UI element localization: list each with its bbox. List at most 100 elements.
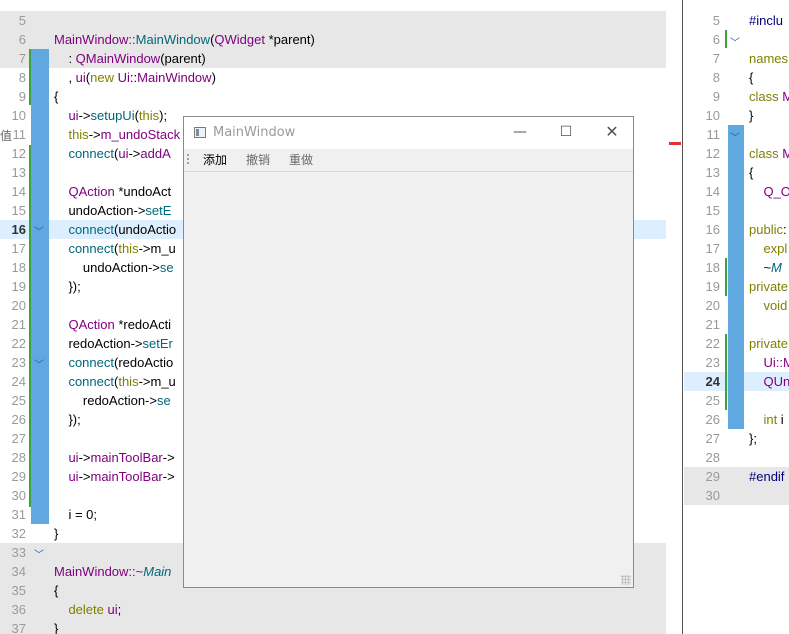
code-text: int i [749,410,783,429]
code-token: ui [75,70,86,85]
line-number: 21 [11,317,26,332]
resize-grip-icon[interactable] [621,575,631,585]
code-token: #inclu [749,13,783,28]
line-number: 6 [18,32,26,47]
code-text: ui->mainToolBar-> [54,448,174,467]
main-window[interactable]: MainWindow — ☐ ✕ 添加 撤销 重做 [183,116,634,588]
line-number: 25 [11,393,26,408]
code-line[interactable]: 36 delete ui; [0,600,666,619]
code-text: } [749,106,753,125]
line-number: 22 [11,336,26,351]
change-marker [725,30,727,48]
fold-chevron-icon[interactable]: ﹀ [34,546,44,561]
code-line[interactable]: 7 : QMainWindow(parent) [0,49,666,68]
code-line[interactable]: 9{ [0,87,666,106]
code-text: { [54,87,58,106]
fold-chevron-icon[interactable]: ﹀ [34,223,44,238]
fold-chevron-icon[interactable]: ﹀ [730,129,740,144]
code-line[interactable]: 37} [0,619,666,634]
code-token: delete [68,602,104,617]
code-text: } [54,619,58,634]
title-bar[interactable]: MainWindow — ☐ ✕ [184,117,633,149]
code-text: redoAction->se [54,391,171,410]
code-token: Ui [117,70,130,85]
line-number: 14 [705,184,720,199]
line-number: 12 [11,146,26,161]
line-number: 30 [705,488,720,503]
code-line[interactable]: 8 , ui(new Ui::MainWindow) [0,68,666,87]
code-token: names [749,51,789,66]
code-token: : [54,51,76,66]
line-number: 19 [705,279,720,294]
close-button[interactable]: ✕ [589,117,635,149]
undo-button[interactable]: 撤销 [245,151,271,169]
minimize-button[interactable]: — [497,117,543,149]
editor-split-divider[interactable] [682,0,683,634]
code-line[interactable]: 5 #inclu [684,11,789,30]
code-token: this [118,241,139,256]
line-number: 14 [11,184,26,199]
code-text: { [749,68,753,87]
add-button[interactable]: 添加 [202,151,228,169]
code-line[interactable]: 7 names [684,49,789,68]
code-token: redoAction-> [54,393,157,408]
code-token: QMainWindow [75,51,161,66]
code-line[interactable]: 9 class M [684,87,789,106]
fold-chevron-icon[interactable]: ﹀ [34,356,44,371]
code-text: names [749,49,788,68]
code-text: undoAction->setE [54,201,171,220]
code-text: #endif [749,467,784,486]
code-token: QAction [68,317,115,332]
line-number: 36 [11,602,26,617]
code-token: MainWindow [137,70,212,85]
code-text: class M [749,87,789,106]
code-token: }; [749,431,757,446]
line-number: 33 [11,545,26,560]
code-token: mainToolBar [90,469,163,484]
toolbar-drag-handle[interactable] [187,154,189,166]
line-number: 26 [11,412,26,427]
code-text: MainWindow::MainWindow(QWidget *parent) [54,30,315,49]
code-token: connect [68,374,114,389]
line-number: 7 [712,51,720,66]
code-token: *redoActi [114,317,172,332]
code-line[interactable]: 28 [684,448,789,467]
code-line[interactable]: 8{ [684,68,789,87]
code-text: connect(undoActio [54,220,176,239]
code-line[interactable]: 29 #endif [684,467,789,486]
main-toolbar: 添加 撤销 重做 [184,149,633,172]
redo-button[interactable]: 重做 [288,151,314,169]
code-token: } [54,526,59,541]
code-line[interactable]: 6 MainWindow::MainWindow(QWidget *parent) [0,30,666,49]
code-token: se [159,260,174,275]
code-line[interactable]: 5 [0,11,666,30]
code-line[interactable]: 10} [684,106,789,125]
code-text: , ui(new Ui::MainWindow) [54,68,215,87]
code-token: ui [118,146,129,161]
line-number: 21 [705,317,720,332]
code-token: undoAction-> [54,260,160,275]
right-code-editor[interactable]: 5 #inclu 6 7 names 8{9 class M 10} 11 12 class M 13… [684,0,789,634]
line-number: 32 [11,526,26,541]
code-text: connect(ui->addA [54,144,170,163]
code-token: -> [78,108,91,123]
code-token: -> [78,469,91,484]
line-number: 17 [705,241,720,256]
code-token: M [782,89,789,104]
code-line[interactable]: 27}; [684,429,789,448]
line-number: 23 [11,355,26,370]
code-text: delete ui; [54,600,121,619]
code-text: { [749,163,753,182]
fold-chevron-icon[interactable]: ﹀ [730,34,740,49]
maximize-button[interactable]: ☐ [543,117,589,149]
code-line[interactable]: 30 [684,486,789,505]
code-token: expl [749,241,788,256]
code-text: public: [749,220,787,239]
line-number: 27 [11,431,26,446]
code-text: Ui::M [749,353,789,372]
code-text: ui->setupUi(this); [54,106,167,125]
